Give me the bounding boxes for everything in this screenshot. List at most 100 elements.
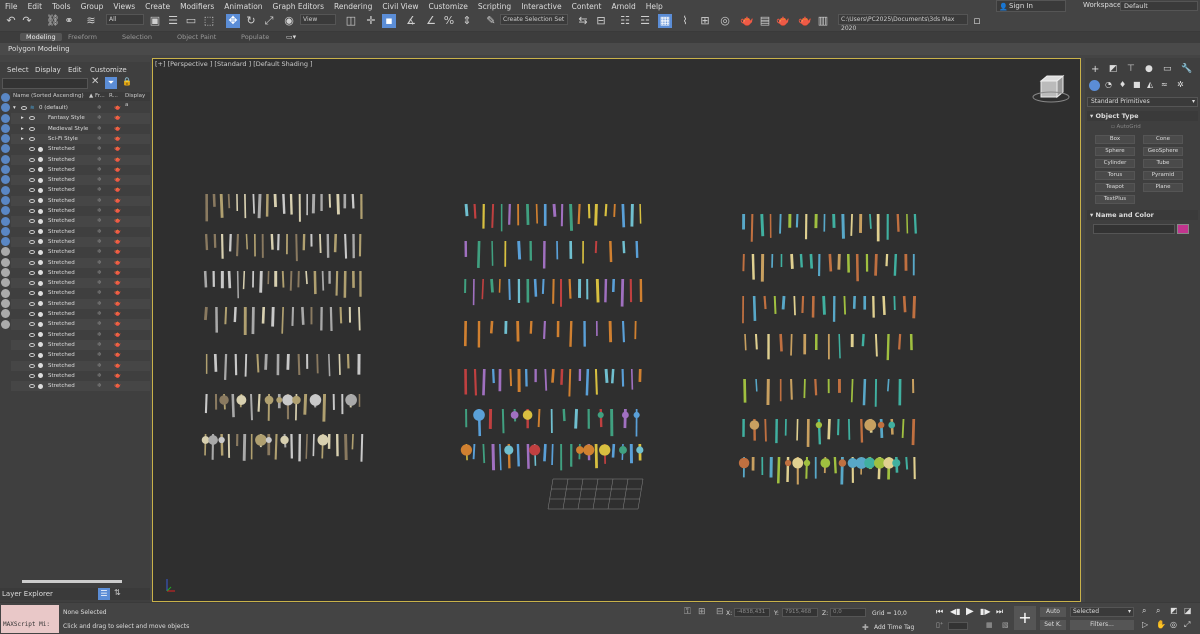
viewport-config-icon[interactable]: ▧ <box>1002 621 1009 629</box>
weapon-mesh[interactable] <box>286 353 290 370</box>
scene-row[interactable]: Stretched ❄ 🫖 <box>11 350 150 360</box>
weapon-mesh[interactable] <box>751 253 755 280</box>
weapon-mesh[interactable] <box>351 193 355 209</box>
shield-mesh[interactable] <box>892 458 901 468</box>
scene-explorer-hscroll[interactable] <box>22 580 122 583</box>
weapon-mesh[interactable] <box>551 368 555 383</box>
render-teapot-icon[interactable]: 🫖 <box>114 361 121 371</box>
weapon-mesh[interactable] <box>242 433 247 461</box>
weapon-mesh[interactable] <box>252 193 256 214</box>
explorer-menu-display[interactable]: Display <box>35 66 61 74</box>
weapon-mesh[interactable] <box>360 433 364 462</box>
menu-animation[interactable]: Animation <box>219 2 267 11</box>
weapon-mesh[interactable] <box>213 353 218 372</box>
display-containers-icon[interactable] <box>1 195 10 205</box>
display-groups-icon[interactable] <box>1 165 10 175</box>
visibility-eye-icon[interactable] <box>29 178 35 183</box>
weapon-mesh[interactable] <box>464 203 469 217</box>
weapon-mesh[interactable] <box>604 368 609 384</box>
frozen-icon[interactable]: ❄ <box>97 350 102 360</box>
weapon-mesh[interactable] <box>622 240 626 254</box>
weapon-mesh[interactable] <box>227 193 231 209</box>
weapon-mesh[interactable] <box>257 193 262 219</box>
clear-search-icon[interactable]: ✕ <box>91 76 99 87</box>
menu-civil-view[interactable]: Civil View <box>377 2 423 11</box>
weapon-mesh[interactable] <box>289 270 293 291</box>
frozen-icon[interactable]: ❄ <box>97 134 102 144</box>
window-crossing-icon[interactable]: ⬚ <box>202 14 216 28</box>
shield-mesh[interactable] <box>264 395 274 405</box>
visibility-eye-icon[interactable] <box>29 147 35 152</box>
pivot-icon[interactable]: ◫ <box>344 14 358 28</box>
hierarchy-tab-icon[interactable]: ⊤ <box>1127 64 1135 74</box>
reference-coord-dropdown[interactable]: View <box>300 14 336 25</box>
go-to-end-icon[interactable]: ⏭ <box>996 607 1003 617</box>
filter-icon[interactable]: ⏷ <box>105 77 117 89</box>
view-cube-icon[interactable] <box>1032 74 1070 103</box>
weapon-mesh[interactable] <box>568 278 572 299</box>
render-teapot-icon[interactable]: 🫖 <box>114 216 121 226</box>
weapon-mesh[interactable] <box>339 306 343 324</box>
weapon-mesh[interactable] <box>223 353 228 380</box>
render-teapot-icon[interactable]: 🫖 <box>114 124 121 134</box>
weapon-mesh[interactable] <box>609 240 613 263</box>
snap-icon[interactable]: ∡ <box>404 14 418 28</box>
weapon-mesh[interactable] <box>760 213 765 237</box>
box-button[interactable]: Box <box>1095 135 1135 144</box>
plane-button[interactable]: Plane <box>1143 183 1183 192</box>
render-teapot-icon[interactable]: 🫖 <box>114 237 121 247</box>
weapon-mesh[interactable] <box>344 433 348 461</box>
render-teapot-icon[interactable]: 🫖 <box>114 299 121 309</box>
visibility-eye-icon[interactable] <box>29 116 35 121</box>
weapon-mesh[interactable] <box>261 306 266 324</box>
set-key-button[interactable]: Set K. <box>1040 620 1066 630</box>
visibility-eye-icon[interactable] <box>29 373 35 378</box>
menu-create[interactable]: Create <box>140 2 175 11</box>
z-coordinate-field[interactable]: 0,0 <box>830 608 866 617</box>
scene-row[interactable]: Stretched ❄ 🫖 <box>11 381 150 392</box>
frozen-icon[interactable]: ❄ <box>97 144 102 154</box>
grid-object[interactable] <box>547 478 644 510</box>
menu-content[interactable]: Content <box>567 2 607 11</box>
weapon-mesh[interactable] <box>335 270 339 296</box>
render-teapot-icon[interactable]: 🫖 <box>114 165 121 175</box>
frozen-icon[interactable]: ❄ <box>97 340 102 350</box>
weapon-mesh[interactable] <box>837 253 841 270</box>
weapon-mesh[interactable] <box>245 233 248 250</box>
weapon-mesh[interactable] <box>905 456 909 470</box>
shield-mesh[interactable] <box>864 419 877 431</box>
shield-mesh[interactable] <box>504 445 514 455</box>
menu-edit[interactable]: Edit <box>23 2 48 11</box>
weapon-mesh[interactable] <box>799 253 803 268</box>
visibility-eye-icon[interactable] <box>29 157 35 162</box>
display-geometry-icon[interactable] <box>1 103 10 113</box>
weapon-mesh[interactable] <box>744 333 747 351</box>
display-hidden-icon[interactable] <box>1 216 10 226</box>
weapon-mesh[interactable] <box>861 333 865 347</box>
render-teapot-icon[interactable]: 🫖 <box>114 196 121 206</box>
modify-tab-icon[interactable]: ◩ <box>1109 64 1118 74</box>
weapon-mesh[interactable] <box>843 295 847 315</box>
frozen-icon[interactable]: ❄ <box>97 206 102 216</box>
weapon-mesh[interactable] <box>264 353 268 370</box>
weapon-mesh[interactable] <box>509 368 513 387</box>
weapon-mesh[interactable] <box>793 295 796 316</box>
lights-icon[interactable]: ♦ <box>1119 80 1126 89</box>
weapon-mesh[interactable] <box>551 443 554 466</box>
weapon-mesh[interactable] <box>274 433 278 460</box>
shield-mesh[interactable] <box>473 409 485 421</box>
selection-filter-dropdown[interactable]: All <box>106 14 144 25</box>
ribbon-tab-populate[interactable]: Populate <box>241 33 269 41</box>
time-tag-icon[interactable]: ✚ <box>862 623 869 632</box>
workspaces-dropdown[interactable]: Default <box>1120 1 1198 11</box>
weapon-mesh[interactable] <box>473 203 477 219</box>
weapon-mesh[interactable] <box>236 233 239 257</box>
weapon-mesh[interactable] <box>621 368 625 387</box>
scene-row[interactable]: Stretched ❄ 🫖 <box>11 319 150 330</box>
frozen-icon[interactable]: ❄ <box>97 124 102 134</box>
ribbon-toggle-icon[interactable]: ▭▾ <box>286 33 296 41</box>
shield-mesh[interactable] <box>738 457 750 469</box>
render-teapot-icon[interactable]: 🫖 <box>114 206 121 216</box>
torus-button[interactable]: Torus <box>1095 171 1135 180</box>
weapon-mesh[interactable] <box>204 233 209 251</box>
